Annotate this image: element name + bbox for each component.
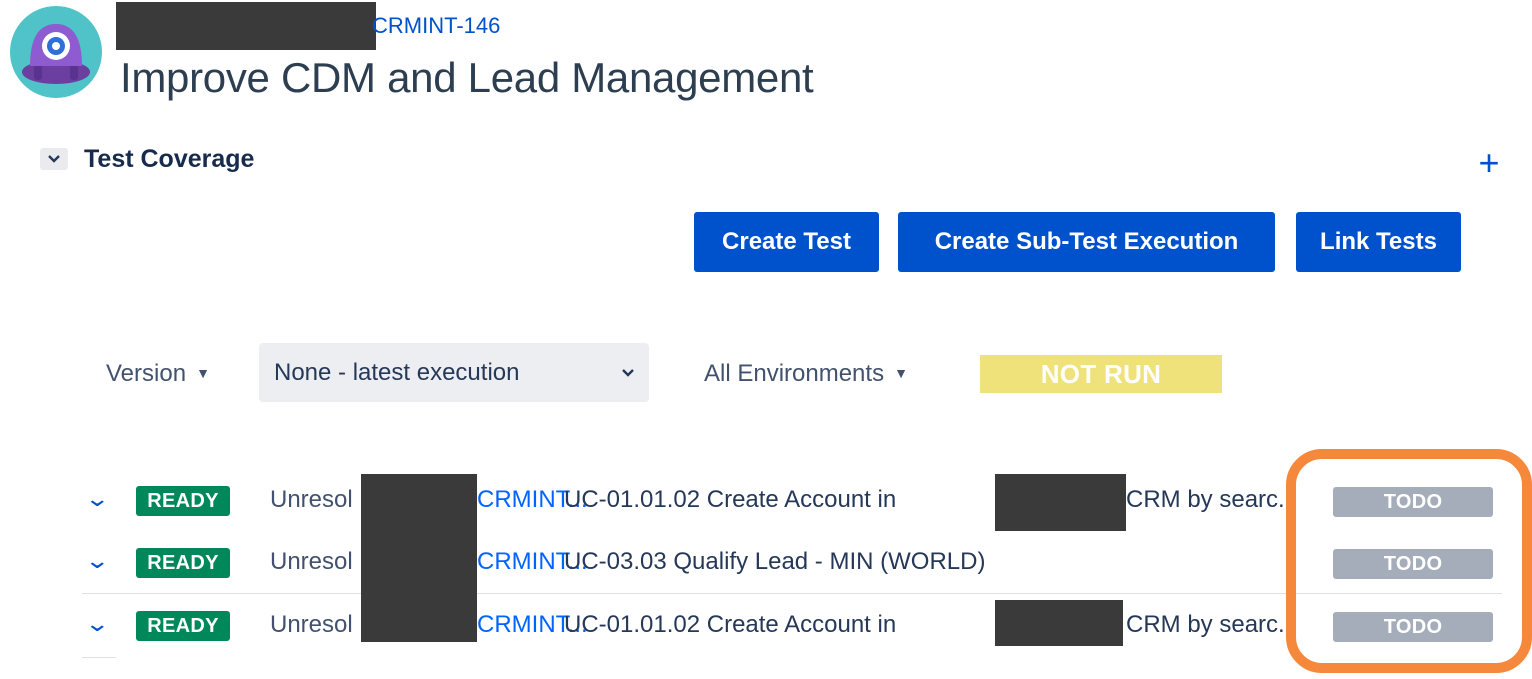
caret-down-icon: ▼ bbox=[894, 364, 908, 381]
chevron-down-icon[interactable] bbox=[40, 148, 68, 170]
row-divider bbox=[82, 657, 116, 658]
resolution-text: Unresol bbox=[270, 486, 353, 513]
chevron-down-icon[interactable]: ⌄ bbox=[84, 548, 110, 574]
status-summary-bar: NOT RUN bbox=[980, 355, 1222, 393]
resolution-text: Unresol bbox=[270, 548, 353, 575]
test-summary: UC-03.03 Qualify Lead - MIN (WORLD) bbox=[564, 548, 986, 575]
highlight-annotation bbox=[1286, 449, 1532, 673]
section-title[interactable]: Test Coverage bbox=[84, 143, 254, 175]
issue-key-link[interactable]: CRMINT-146 bbox=[372, 12, 500, 40]
version-select-value: None - latest execution bbox=[274, 359, 520, 386]
resolution-text: Unresol bbox=[270, 611, 353, 638]
create-sub-test-execution-button[interactable]: Create Sub-Test Execution bbox=[898, 212, 1275, 272]
project-avatar bbox=[10, 6, 102, 98]
caret-down-icon: ▼ bbox=[196, 364, 210, 381]
create-test-button[interactable]: Create Test bbox=[694, 212, 879, 272]
version-filter-label: Version bbox=[106, 360, 187, 387]
plus-icon[interactable]: + bbox=[1472, 145, 1506, 181]
redacted-block bbox=[995, 600, 1123, 646]
test-summary: UC-01.01.02 Create Account in bbox=[564, 486, 897, 513]
chevron-down-icon[interactable]: ⌄ bbox=[84, 486, 110, 512]
environments-filter-label: All Environments bbox=[704, 360, 885, 387]
status-badge: READY bbox=[136, 486, 230, 516]
chevron-down-icon bbox=[621, 361, 635, 384]
version-select[interactable]: None - latest execution bbox=[259, 343, 649, 402]
link-tests-button[interactable]: Link Tests bbox=[1296, 212, 1461, 272]
redacted-block bbox=[995, 474, 1126, 531]
page-title: Improve CDM and Lead Management bbox=[120, 54, 814, 101]
version-filter-dropdown[interactable]: Version ▼ bbox=[106, 358, 210, 391]
test-summary: UC-01.01.02 Create Account in bbox=[564, 611, 897, 638]
redacted-block bbox=[116, 2, 376, 50]
redacted-block bbox=[361, 474, 477, 642]
environments-filter-dropdown[interactable]: All Environments ▼ bbox=[704, 358, 908, 391]
status-badge: READY bbox=[136, 611, 230, 641]
chevron-down-icon[interactable]: ⌄ bbox=[84, 611, 110, 637]
status-badge: READY bbox=[136, 548, 230, 578]
